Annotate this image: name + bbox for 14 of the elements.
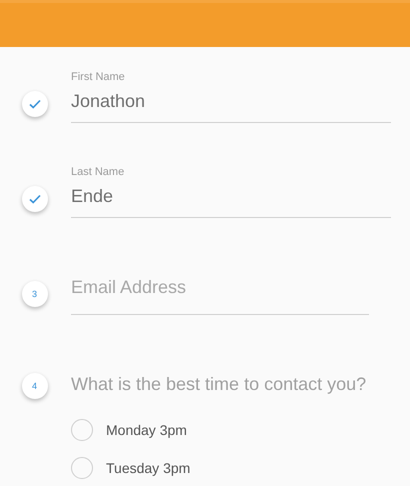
field-label: First Name: [71, 70, 125, 84]
option-label: Tuesday 3pm: [106, 460, 190, 476]
radio-button[interactable]: [71, 419, 93, 441]
question-text: What is the best time to contact you?: [71, 373, 366, 396]
check-icon: [28, 194, 40, 204]
step-number-badge: 4: [22, 373, 48, 399]
text-field[interactable]: Ende: [71, 183, 391, 209]
check-icon: [28, 99, 40, 109]
step-number-badge: 3: [22, 281, 48, 307]
text-field[interactable]: Jonathon: [71, 88, 391, 114]
option-label: Monday 3pm: [106, 422, 187, 438]
email-field[interactable]: Email Address: [71, 274, 369, 300]
radio-button[interactable]: [71, 457, 93, 479]
field-label: Last Name: [71, 165, 124, 179]
